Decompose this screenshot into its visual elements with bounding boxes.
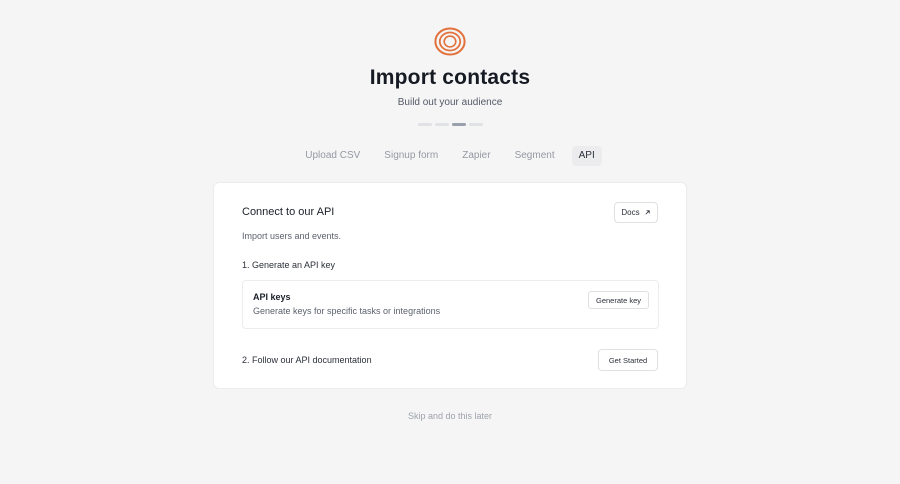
- generate-key-button[interactable]: Generate key: [588, 291, 649, 309]
- docs-button[interactable]: Docs: [614, 202, 658, 223]
- progress-steps: [418, 123, 483, 126]
- tab-api[interactable]: API: [571, 146, 602, 166]
- tab-signup-form[interactable]: Signup form: [377, 146, 445, 166]
- api-keys-title: API keys: [253, 292, 291, 302]
- step-1-label: 1. Generate an API key: [242, 260, 336, 270]
- get-started-button[interactable]: Get Started: [598, 349, 658, 371]
- tab-upload-csv[interactable]: Upload CSV: [298, 146, 367, 166]
- progress-step: [469, 123, 483, 126]
- logo-icon: [434, 27, 466, 56]
- progress-step: [435, 123, 449, 126]
- external-arrow-icon: [645, 210, 650, 215]
- docs-button-label: Docs: [621, 208, 640, 217]
- progress-step: [418, 123, 432, 126]
- tab-zapier[interactable]: Zapier: [455, 146, 497, 166]
- import-method-tabs: Upload CSV Signup form Zapier Segment AP…: [0, 146, 900, 166]
- page-title: Import contacts: [369, 66, 531, 89]
- page-subtitle: Build out your audience: [397, 97, 503, 108]
- card-title: Connect to our API: [242, 206, 335, 218]
- tab-segment[interactable]: Segment: [508, 146, 562, 166]
- api-card: Connect to our API Docs Import users and…: [213, 182, 687, 389]
- progress-step-current: [452, 123, 466, 126]
- api-keys-description: Generate keys for specific tasks or inte…: [253, 306, 441, 316]
- skip-link[interactable]: Skip and do this later: [0, 411, 900, 421]
- card-description: Import users and events.: [242, 231, 342, 241]
- step-2-label: 2. Follow our API documentation: [242, 355, 372, 365]
- api-keys-box: API keys Generate keys for specific task…: [242, 280, 659, 329]
